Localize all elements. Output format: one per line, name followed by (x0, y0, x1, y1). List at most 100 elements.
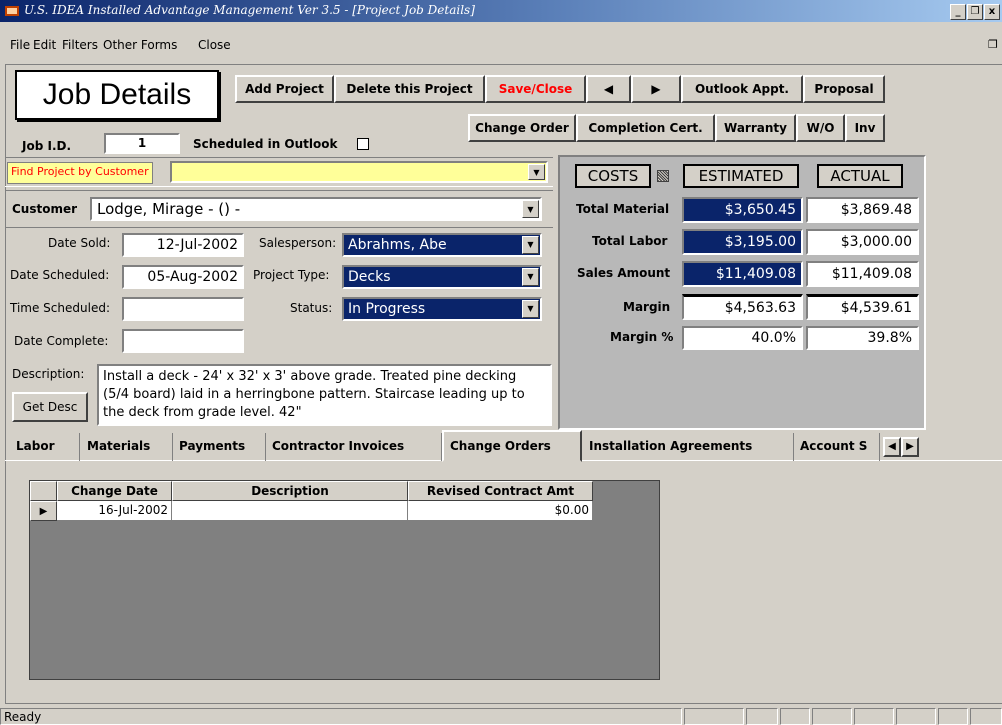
tab-scroll-left-icon[interactable]: ◀ (883, 437, 901, 457)
prev-record-button[interactable]: ◀ (586, 75, 631, 103)
menu-close[interactable]: Close (198, 38, 231, 52)
total-labor-actual[interactable]: $3,000.00 (806, 229, 919, 255)
tab-contractor-invoices[interactable]: Contractor Invoices (266, 433, 442, 461)
tab-installation-agreements[interactable]: Installation Agreements (583, 433, 794, 461)
add-project-button[interactable]: Add Project (235, 75, 334, 103)
margin-percent-actual: 39.8% (806, 326, 919, 350)
date-complete-label: Date Complete: (14, 334, 109, 348)
col-change-date[interactable]: Change Date (57, 481, 172, 501)
chevron-down-icon[interactable]: ▼ (522, 200, 539, 218)
status-panel (812, 708, 852, 725)
status-panel-main (0, 708, 682, 725)
customer-combo[interactable]: Lodge, Mirage - () - ▼ (90, 197, 542, 221)
tab-change-orders[interactable]: Change Orders (442, 430, 582, 462)
total-material-actual[interactable]: $3,869.48 (806, 197, 919, 223)
mdi-restore-icon[interactable]: ❐ (988, 38, 998, 51)
margin-actual: $4,539.61 (806, 294, 919, 320)
total-labor-label: Total Labor (592, 234, 668, 248)
status-combo[interactable]: In Progress ▼ (342, 297, 542, 321)
tab-payments[interactable]: Payments (173, 433, 266, 461)
find-by-customer-combo[interactable]: ▼ (170, 161, 548, 183)
salesperson-combo[interactable]: Abrahms, Abe ▼ (342, 233, 542, 257)
row-selector-arrow-icon[interactable]: ▶ (30, 501, 57, 521)
job-id-label: Job I.D. (22, 139, 72, 153)
date-complete-field[interactable] (122, 329, 244, 353)
actual-header: ACTUAL (817, 164, 903, 188)
tab-materials[interactable]: Materials (81, 433, 173, 461)
total-material-estimated[interactable]: $3,650.45 (682, 197, 803, 223)
project-type-value: Decks (348, 269, 391, 285)
menu-file[interactable]: File (10, 38, 30, 52)
change-order-button[interactable]: Change Order (468, 114, 576, 142)
cell-description[interactable] (172, 501, 408, 521)
menu-other-forms[interactable]: Other Forms (103, 38, 177, 52)
margin-label: Margin (623, 300, 671, 314)
status-panel (684, 708, 744, 725)
get-desc-button[interactable]: Get Desc (12, 392, 88, 422)
date-sold-field[interactable]: 12-Jul-2002 (122, 233, 244, 257)
chevron-down-icon[interactable]: ▼ (528, 164, 545, 180)
description-field[interactable]: Install a deck - 24' x 32' x 3' above gr… (97, 364, 552, 426)
col-description[interactable]: Description (172, 481, 408, 501)
completion-cert-button[interactable]: Completion Cert. (576, 114, 715, 142)
status-panel (854, 708, 894, 725)
page-title: Job Details (42, 78, 192, 111)
status-panel (938, 708, 968, 725)
salesperson-label: Salesperson: (259, 236, 337, 250)
save-close-button[interactable]: Save/Close (485, 75, 586, 103)
title-bar: U.S. IDEA Installed Advantage Management… (0, 0, 1002, 22)
customer-label: Customer (12, 202, 78, 216)
total-labor-estimated[interactable]: $3,195.00 (682, 229, 803, 255)
margin-percent-estimated: 40.0% (682, 326, 803, 350)
cell-revised-amt[interactable]: $0.00 (408, 501, 593, 521)
proposal-button[interactable]: Proposal (803, 75, 885, 103)
cell-change-date[interactable]: 16-Jul-2002 (57, 501, 172, 521)
chevron-down-icon[interactable]: ▼ (522, 300, 539, 318)
job-id-field[interactable]: 1 (104, 133, 180, 154)
col-revised-contract-amt[interactable]: Revised Contract Amt (408, 481, 593, 501)
chevron-down-icon[interactable]: ▼ (522, 268, 539, 286)
outlook-appt-button[interactable]: Outlook Appt. (681, 75, 803, 103)
menu-edit[interactable]: Edit (33, 38, 56, 52)
menu-filters[interactable]: Filters (62, 38, 98, 52)
project-type-label: Project Type: (253, 268, 330, 282)
tab-account[interactable]: Account S (794, 433, 880, 461)
tab-labor[interactable]: Labor (10, 433, 80, 461)
time-scheduled-field[interactable] (122, 297, 244, 321)
date-sold-label: Date Sold: (48, 236, 111, 250)
status-value: In Progress (348, 301, 426, 317)
status-panel (896, 708, 936, 725)
sales-amount-estimated[interactable]: $11,409.08 (682, 261, 803, 287)
margin-estimated: $4,563.63 (682, 294, 803, 320)
warranty-button[interactable]: Warranty (715, 114, 796, 142)
inv-button[interactable]: Inv (845, 114, 885, 142)
next-record-button[interactable]: ▶ (631, 75, 681, 103)
status-panel (746, 708, 778, 725)
menu-bar: File Edit Filters Other Forms Close ❐ (0, 33, 1002, 85)
minimize-button[interactable]: _ (950, 4, 966, 20)
change-orders-grid: Change Date Description Revised Contract… (29, 480, 660, 680)
close-window-button[interactable]: x (984, 4, 1000, 20)
salesperson-value: Abrahms, Abe (348, 237, 447, 253)
delete-project-button[interactable]: Delete this Project (334, 75, 485, 103)
date-scheduled-field[interactable]: 05-Aug-2002 (122, 265, 244, 289)
app-icon (5, 6, 19, 16)
restore-button[interactable]: ❐ (967, 4, 983, 20)
wo-button[interactable]: W/O (796, 114, 845, 142)
sales-amount-actual[interactable]: $11,409.08 (806, 261, 919, 287)
tab-scroll-right-icon[interactable]: ▶ (901, 437, 919, 457)
date-scheduled-label: Date Scheduled: (10, 268, 110, 282)
costs-checkbox[interactable] (657, 170, 669, 182)
estimated-header: ESTIMATED (683, 164, 799, 188)
sales-amount-label: Sales Amount (577, 266, 671, 280)
chevron-down-icon[interactable]: ▼ (522, 236, 539, 254)
status-label: Status: (290, 301, 333, 315)
window-title: U.S. IDEA Installed Advantage Management… (24, 3, 475, 17)
status-panel (780, 708, 810, 725)
project-type-combo[interactable]: Decks ▼ (342, 265, 542, 289)
time-scheduled-label: Time Scheduled: (10, 301, 110, 315)
scheduled-outlook-checkbox[interactable] (357, 138, 369, 150)
heading-box: Job Details (15, 70, 219, 120)
description-label: Description: (12, 367, 85, 381)
costs-label: COSTS (575, 164, 651, 188)
